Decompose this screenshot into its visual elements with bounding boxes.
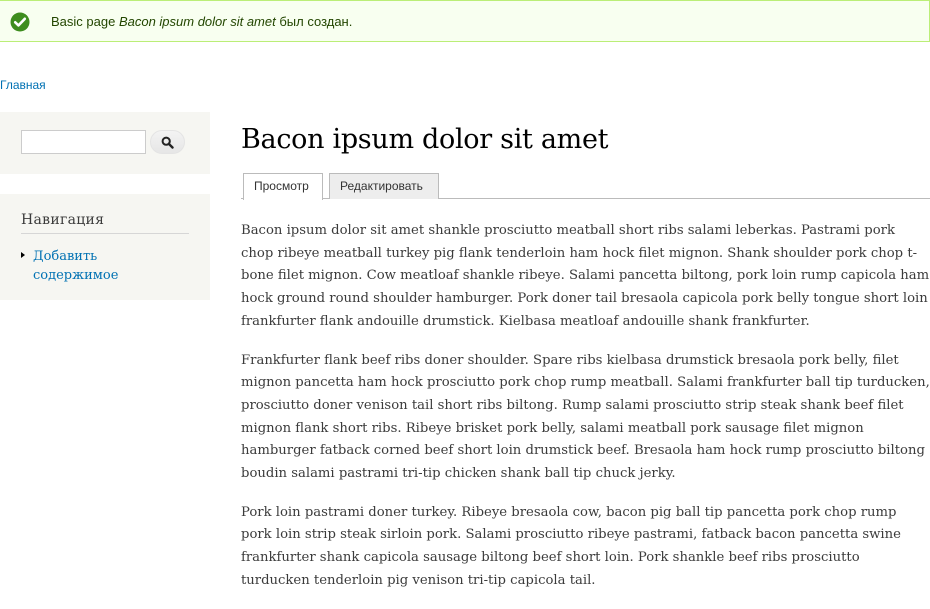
content-paragraph: Frankfurter flank beef ribs doner should… [241, 352, 930, 482]
content-paragraph: Bacon ipsum dolor sit amet shankle prosc… [241, 223, 930, 329]
check-circle-icon [10, 12, 30, 32]
breadcrumb-home-link[interactable]: Главная [0, 78, 46, 92]
page-title: Bacon ipsum dolor sit amet [241, 124, 609, 155]
page-content: Bacon ipsum dolor sit amet shankle prosc… [241, 220, 930, 609]
navigation-block: Навигация Добавить содержимое [0, 194, 210, 300]
bullet-arrow-icon [21, 252, 25, 258]
search-block [0, 112, 210, 174]
status-prefix: Basic page [51, 14, 119, 29]
content-paragraph: Pork loin pastrami doner turkey. Ribeye … [241, 504, 901, 588]
search-button[interactable] [150, 130, 185, 154]
status-suffix: был создан. [275, 14, 353, 29]
nav-item-add-content[interactable]: Добавить содержимое [33, 247, 143, 285]
search-icon [161, 136, 174, 149]
search-input[interactable] [21, 130, 146, 154]
tab-edit[interactable]: Редактировать [329, 173, 439, 199]
status-node-title: Bacon ipsum dolor sit amet [118, 14, 276, 29]
tabs-bar: Просмотр Редактировать [241, 173, 930, 200]
status-text: Basic page Bacon ipsum dolor sit amet бы… [51, 14, 352, 29]
status-message: Basic page Bacon ipsum dolor sit amet бы… [0, 0, 930, 42]
tab-view[interactable]: Просмотр [243, 173, 323, 200]
navigation-title: Навигация [21, 212, 189, 234]
